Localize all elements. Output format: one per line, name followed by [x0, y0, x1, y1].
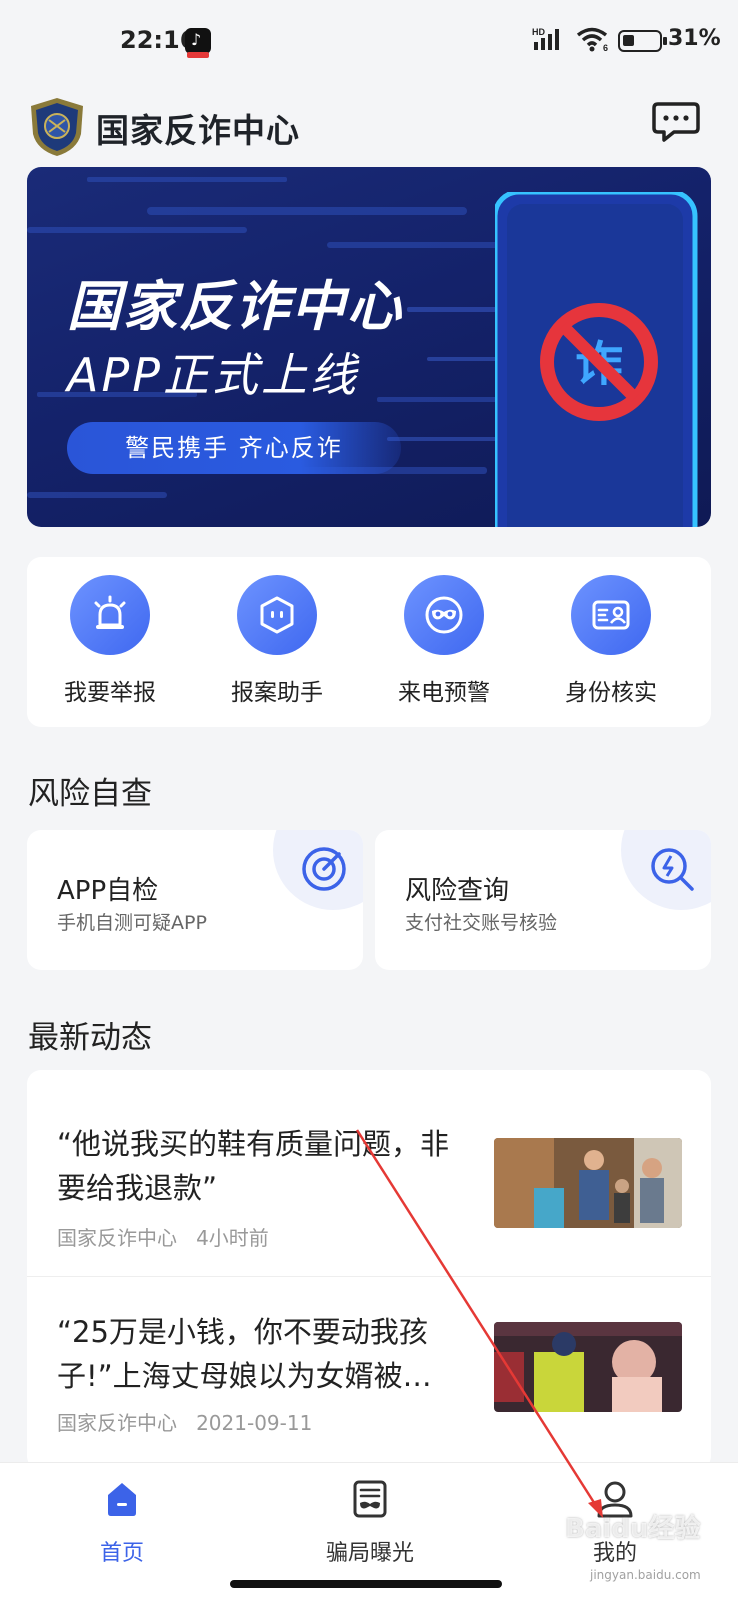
news-section-title: 最新动态: [28, 1020, 152, 1056]
nav-exposure[interactable]: 骗局曝光: [300, 1479, 440, 1569]
news-source: 国家反诈中心: [57, 1226, 177, 1250]
baidu-watermark: Baidu经验: [565, 1514, 701, 1544]
news-meta: 国家反诈中心 2021-09-11: [57, 1407, 312, 1436]
news-thumbnail: [494, 1322, 682, 1412]
risk-card-subtitle: 手机自测可疑APP: [57, 912, 207, 934]
action-label: 身份核实: [565, 680, 657, 706]
action-case-assistant[interactable]: 报案助手: [212, 575, 342, 715]
news-thumbnail: [494, 1138, 682, 1228]
app-title: 国家反诈中心: [96, 111, 300, 150]
action-label: 来电预警: [398, 680, 490, 706]
battery-percent: 31%: [668, 26, 721, 51]
action-call-warning[interactable]: 来电预警: [379, 575, 509, 715]
app-header: 国家反诈中心: [0, 90, 738, 166]
home-indicator[interactable]: [230, 1580, 502, 1588]
search-bolt-icon: [651, 848, 694, 891]
battery-fill: [623, 35, 634, 46]
risk-card-risk-query[interactable]: 风险查询 支付社交账号核验: [375, 830, 711, 970]
news-source: 国家反诈中心: [57, 1411, 177, 1435]
nav-label: 骗局曝光: [325, 1541, 414, 1566]
status-bar: 22:16 ♪ HD 6 31%: [0, 0, 738, 80]
banner-slogan: 警民携手 齐心反诈: [67, 422, 401, 474]
risk-card-subtitle: 支付社交账号核验: [405, 912, 558, 934]
news-time: 4小时前: [196, 1226, 269, 1250]
wifi-label: 6: [603, 43, 608, 52]
risk-card-app-check[interactable]: APP自检 手机自测可疑APP: [27, 830, 363, 970]
action-label: 我要举报: [64, 680, 156, 706]
tiktok-icon: ♪: [185, 28, 211, 58]
news-list: “他说我买的鞋有质量问题，非要给我退款” 国家反诈中心 4小时前 “25万是小钱…: [27, 1070, 711, 1470]
nav-home[interactable]: 首页: [52, 1479, 192, 1569]
message-icon[interactable]: [652, 100, 700, 144]
alarm-light-icon: [70, 575, 150, 655]
nav-label: 首页: [99, 1541, 144, 1566]
news-title: “他说我买的鞋有质量问题，非要给我退款”: [57, 1127, 450, 1205]
network-label: HD: [532, 27, 545, 37]
news-time: 2021-09-11: [196, 1411, 313, 1435]
news-item[interactable]: “25万是小钱，你不要动我孩子!”上海丈母娘以为女婿被… 国家反诈中心 2021…: [27, 1276, 711, 1466]
news-meta: 国家反诈中心 4小时前: [57, 1222, 269, 1251]
police-badge-icon: [31, 98, 83, 156]
banner-subtitle: APP正式上线: [67, 348, 359, 402]
id-card-icon: [571, 575, 651, 655]
action-label: 报案助手: [231, 680, 323, 706]
wifi-icon: 6: [576, 27, 608, 52]
news-item[interactable]: “他说我买的鞋有质量问题，非要给我退款” 国家反诈中心 4小时前: [27, 1070, 711, 1260]
hexagon-face-icon: [237, 575, 317, 655]
signal-icon: HD: [532, 27, 559, 50]
risk-card-title: APP自检: [57, 876, 159, 906]
home-icon: [108, 1483, 136, 1516]
baidu-watermark-url: jingyan.baidu.com: [590, 1568, 701, 1582]
target-icon: [302, 847, 346, 891]
risk-card-title: 风险查询: [405, 876, 510, 906]
battery-icon: [618, 30, 667, 52]
action-report[interactable]: 我要举报: [45, 575, 175, 715]
risk-section-title: 风险自查: [28, 776, 152, 812]
mask-icon: [404, 575, 484, 655]
exposure-icon: [353, 1480, 387, 1518]
action-id-verify[interactable]: 身份核实: [546, 575, 676, 715]
phone-illustration: 诈: [495, 192, 698, 527]
banner-title: 国家反诈中心: [67, 275, 403, 338]
news-title: “25万是小钱，你不要动我孩子!”上海丈母娘以为女婿被…: [57, 1315, 432, 1393]
promo-banner[interactable]: 国家反诈中心 APP正式上线 警民携手 齐心反诈 诈: [27, 167, 711, 527]
quick-actions: 我要举报 报案助手 来电预警 身份核实: [27, 557, 711, 727]
